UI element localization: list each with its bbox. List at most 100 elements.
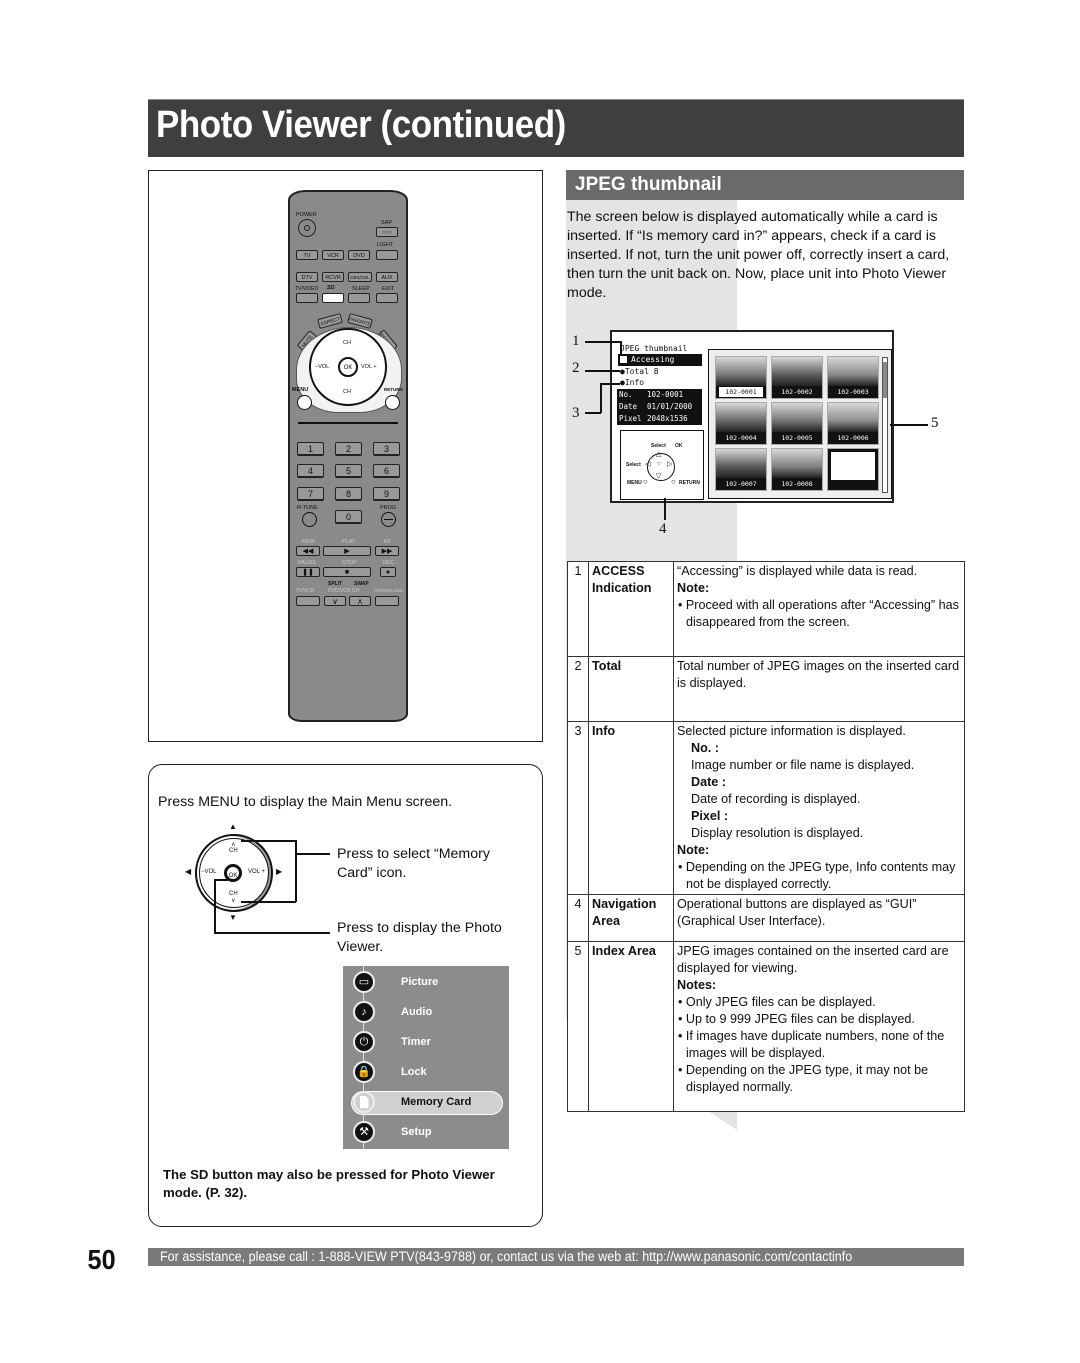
digit-3-button[interactable]: 3: [373, 442, 400, 456]
callout-3-line: [600, 383, 602, 413]
scrollbar[interactable]: [882, 357, 888, 493]
thumbnail-label: 102-0005: [781, 434, 813, 442]
digit-6-button[interactable]: 6: [373, 464, 400, 478]
sleep-button[interactable]: [348, 293, 370, 303]
legend-key: Total: [588, 656, 674, 722]
description-text: JPEG images contained on the inserted ca…: [677, 944, 949, 975]
tv-video-button[interactable]: [296, 293, 318, 303]
thumbnail-102-0008[interactable]: 102-0008: [771, 448, 823, 491]
rec-button[interactable]: ●: [380, 567, 396, 577]
dbs-cbl-button[interactable]: DBS/CBL: [348, 272, 372, 282]
thumbnail-102-0001[interactable]: 102-0001: [715, 356, 767, 399]
field-heading: Pixel :: [691, 809, 729, 823]
vol-down-label: −VOL: [315, 364, 330, 370]
tv-button[interactable]: TV: [296, 250, 318, 260]
dpad-left-arrow-icon: ◀: [185, 867, 192, 876]
legend-key-line: Index Area: [592, 944, 656, 958]
dvd-button[interactable]: DVD: [348, 250, 370, 260]
digit-9-button[interactable]: 9: [373, 487, 400, 501]
thumbnail-102-0007[interactable]: 102-0007: [715, 448, 767, 491]
digit-4-button[interactable]: 4: [297, 464, 324, 478]
dpad-ch-down-label[interactable]: CH ∨: [229, 891, 238, 904]
tv-vcr-label: TV/VCR: [296, 588, 315, 594]
prog-button[interactable]: [381, 512, 396, 527]
menu-item-label: Lock: [401, 1066, 427, 1078]
screen-title: JPEG thumbnail: [620, 344, 688, 353]
power-button[interactable]: [298, 219, 316, 237]
leader-line: [295, 853, 330, 855]
menu-item-label: Setup: [401, 1126, 432, 1138]
menu-item-setup[interactable]: ⚒ Setup: [343, 1121, 509, 1145]
thumbnail-102-0002[interactable]: 102-0002: [771, 356, 823, 399]
legend-description: Selected picture information is displaye…: [673, 721, 965, 895]
step-select-text: Press to select “Memory Card” icon.: [337, 846, 490, 881]
menu-item-timer[interactable]: ⏻ Timer: [343, 1031, 509, 1055]
thumbnail-image: [716, 403, 766, 432]
rcvr-button[interactable]: RCVR: [322, 272, 344, 282]
dpad-vol-up-label[interactable]: VOL +: [248, 869, 265, 875]
menu-button[interactable]: [297, 395, 312, 410]
legend-number: 1: [567, 561, 589, 657]
menu-item-audio[interactable]: ♪ Audio: [343, 1001, 509, 1025]
pause-button[interactable]: ❚❚: [296, 567, 320, 577]
sap-button[interactable]: ○○○: [376, 227, 398, 237]
digit-0-button[interactable]: 0: [335, 510, 362, 524]
digit-5-button[interactable]: 5: [335, 464, 362, 478]
navigation-area: Select OK △ ▽ ◁ ▷ ○ Select MENU ○ ○ RETU…: [620, 430, 704, 500]
play-button[interactable]: ▶: [323, 546, 371, 556]
exit-button[interactable]: [376, 293, 398, 303]
r-tune-button[interactable]: [302, 512, 317, 527]
ff-button[interactable]: ▶▶: [375, 546, 399, 556]
rew-button[interactable]: ◀◀: [296, 546, 320, 556]
note-heading: Note:: [677, 581, 710, 595]
callout-5: 5: [931, 415, 939, 431]
menu-item-lock[interactable]: 🔒 Lock: [343, 1061, 509, 1085]
digit-7-button[interactable]: 7: [297, 487, 324, 501]
thumbnail-102-0005[interactable]: 102-0005: [771, 402, 823, 445]
dvd-vcr-ch-up-button[interactable]: ∧: [349, 596, 371, 606]
power-label: POWER: [296, 212, 317, 218]
callout-4: 4: [659, 521, 667, 537]
legend-key-line: Info: [592, 724, 616, 738]
dpad-ch-up-label[interactable]: ∧ CH: [229, 841, 238, 854]
thumbnail-label: 102-0008: [781, 480, 813, 488]
thumbnail-102-0006[interactable]: 102-0006: [827, 402, 879, 445]
tv-vcr-button[interactable]: [296, 596, 320, 606]
open-close-button[interactable]: [375, 596, 399, 606]
menu-item-picture[interactable]: ▭ Picture: [343, 971, 509, 995]
return-button[interactable]: [385, 395, 400, 410]
legend-description: JPEG images contained on the inserted ca…: [673, 941, 965, 1112]
thumbnail-102-0003[interactable]: 102-0003: [827, 356, 879, 399]
thumbnail-empty-slot: [827, 448, 879, 491]
page-number: 50: [87, 1244, 116, 1275]
dvd-vcr-ch-down-button[interactable]: ∨: [324, 596, 346, 606]
leader-line: [241, 901, 296, 903]
ch-up-label: CH: [343, 340, 351, 346]
light-button[interactable]: [376, 250, 398, 260]
menu-item-memory-card[interactable]: Memory Card: [343, 1091, 509, 1115]
nav-return-icon: ○: [671, 477, 676, 486]
dtv-button[interactable]: DTV: [296, 272, 318, 282]
thumbnail-image: [716, 449, 766, 478]
thumbnail-image: [772, 357, 822, 386]
scrollbar-thumb[interactable]: [883, 362, 887, 398]
page-title: Photo Viewer (continued): [156, 104, 566, 146]
digit-1-button[interactable]: 1: [297, 442, 324, 456]
legend-key: Index Area: [588, 941, 674, 1112]
digit-8-button[interactable]: 8: [335, 487, 362, 501]
field-description: Image number or file name is displayed.: [691, 758, 915, 772]
vcr-button[interactable]: VCR: [322, 250, 344, 260]
dpad-vol-down-label[interactable]: −VOL: [201, 869, 217, 875]
thumbnail-102-0004[interactable]: 102-0004: [715, 402, 767, 445]
ff-label: FF: [384, 539, 391, 545]
field-description: Date of recording is displayed.: [691, 792, 861, 806]
sd-button[interactable]: [322, 293, 344, 303]
digit-2-button[interactable]: 2: [335, 442, 362, 456]
legend-key-line: ACCESS: [592, 564, 645, 578]
aux-button[interactable]: AUX: [376, 272, 398, 282]
rew-label: REW: [302, 539, 315, 545]
stop-button[interactable]: ■: [323, 567, 371, 577]
vol-up-label: VOL +: [361, 364, 377, 370]
aspect-button[interactable]: ASPECT: [317, 313, 343, 329]
ok-button[interactable]: OK: [338, 357, 358, 377]
